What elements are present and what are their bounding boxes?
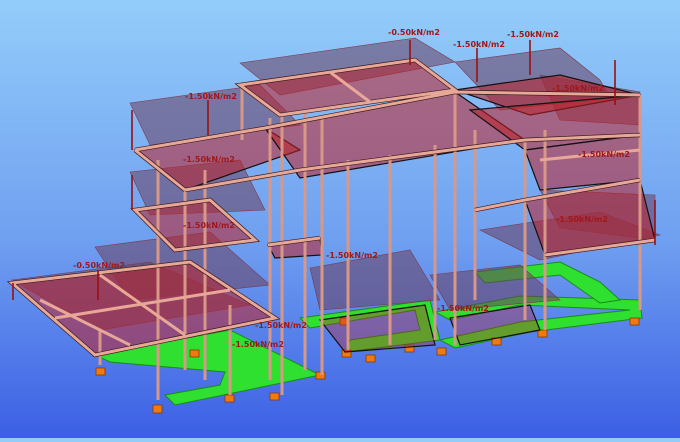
load-label: -1.50kN/m2 [183, 155, 235, 164]
load-label: -1.50kN/m2 [232, 340, 284, 349]
load-label: -1.50kN/m2 [453, 40, 505, 49]
load-label: -1.50kN/m2 [255, 321, 307, 330]
load-label: -1.50kN/m2 [185, 92, 237, 101]
load-label: -1.50kN/m2 [556, 215, 608, 224]
load-label: -1.50kN/m2 [552, 84, 604, 93]
load-label: -1.50kN/m2 [326, 251, 378, 260]
load-label: -1.50kN/m2 [578, 150, 630, 159]
load-label: -0.50kN/m2 [388, 28, 440, 37]
load-label: -1.50kN/m2 [183, 221, 235, 230]
structure-3d-model: -0.50kN/m2 -1.50kN/m2 -1.50kN/m2 -1.50kN… [6, 28, 662, 414]
load-label: -1.50kN/m2 [507, 30, 559, 39]
model-viewport[interactable]: -0.50kN/m2 -1.50kN/m2 -1.50kN/m2 -1.50kN… [0, 0, 680, 438]
load-label: -0.50kN/m2 [73, 261, 125, 270]
load-label: -1.50kN/m2 [437, 304, 489, 313]
